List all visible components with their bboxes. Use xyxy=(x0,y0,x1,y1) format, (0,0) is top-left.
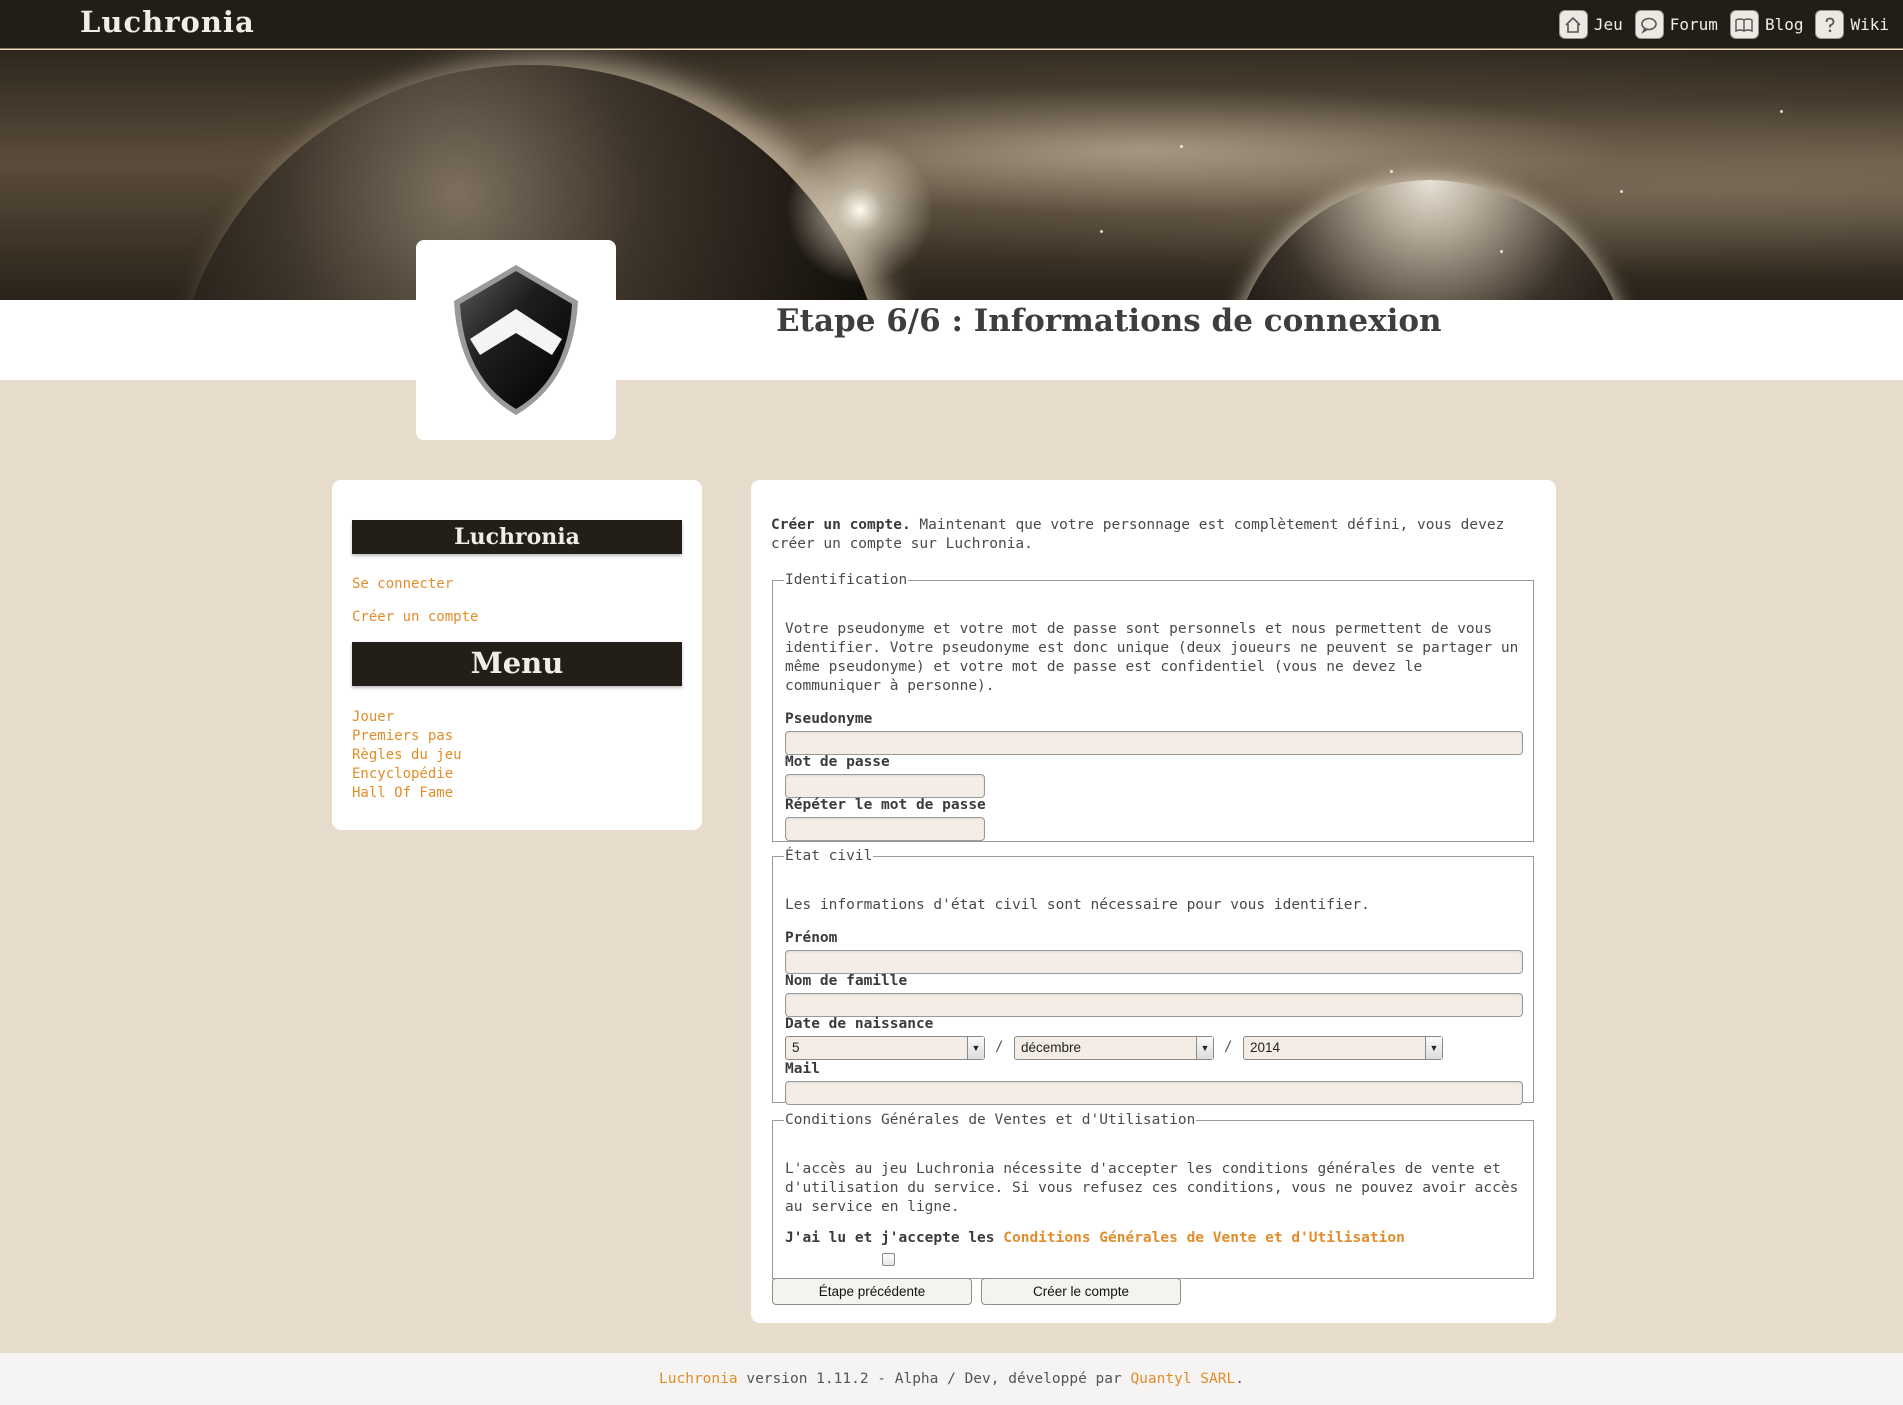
nav-wiki[interactable]: Wiki xyxy=(1815,10,1889,39)
intro-text: Créer un compte. Maintenant que votre pe… xyxy=(771,517,1505,552)
sidebar-link-hall-of-fame[interactable]: Hall Of Fame xyxy=(352,784,682,803)
pseudo-label: Pseudonyme xyxy=(785,711,873,727)
logo-card xyxy=(416,240,616,440)
sidebar: Luchronia Se connecter Créer un compte M… xyxy=(332,480,702,830)
star xyxy=(1780,110,1783,113)
birth-year-select[interactable]: 2014 ▼ xyxy=(1243,1036,1443,1060)
sidebar-link-premiers-pas[interactable]: Premiers pas xyxy=(352,727,682,746)
star xyxy=(1180,145,1183,148)
nav-blog-label: Blog xyxy=(1764,15,1804,34)
nav-forum-label: Forum xyxy=(1669,15,1718,34)
sidebar-title-menu: Menu xyxy=(352,642,682,686)
chat-bubble-icon xyxy=(1634,10,1664,39)
chevron-down-icon: ▼ xyxy=(1196,1037,1213,1059)
star xyxy=(1100,230,1103,233)
etat-civil-legend: État civil xyxy=(785,848,873,864)
star xyxy=(1390,170,1393,173)
nom-input[interactable] xyxy=(785,993,1523,1017)
signup-form-panel: Créer un compte. Maintenant que votre pe… xyxy=(751,480,1556,1323)
sidebar-link-regles[interactable]: Règles du jeu xyxy=(352,746,682,765)
shield-logo-icon xyxy=(454,265,578,415)
mail-input[interactable] xyxy=(785,1081,1523,1105)
nav-blog[interactable]: Blog xyxy=(1729,10,1804,39)
nav-wiki-label: Wiki xyxy=(1850,15,1889,34)
cgu-accept-checkbox[interactable] xyxy=(882,1253,895,1266)
identification-legend: Identification xyxy=(785,572,908,588)
question-icon xyxy=(1815,10,1845,39)
nav-jeu[interactable]: Jeu xyxy=(1558,10,1623,39)
nom-label: Nom de famille xyxy=(785,973,908,989)
sidebar-link-jouer[interactable]: Jouer xyxy=(352,708,682,727)
sidebar-link-login[interactable]: Se connecter xyxy=(352,576,682,592)
space-banner xyxy=(0,50,1903,300)
sidebar-link-create-account[interactable]: Créer un compte xyxy=(352,609,682,625)
page-title: Etape 6/6 : Informations de connexion xyxy=(776,303,1442,339)
cgu-link[interactable]: Conditions Générales de Vente et d'Utili… xyxy=(1003,1230,1405,1246)
create-account-button[interactable]: Créer le compte xyxy=(981,1278,1181,1305)
chevron-down-icon: ▼ xyxy=(967,1037,984,1059)
sidebar-link-encyclopedie[interactable]: Encyclopédie xyxy=(352,765,682,784)
identification-description: Votre pseudonyme et votre mot de passe s… xyxy=(785,621,1519,694)
footer: Luchronia version 1.11.2 - Alpha / Dev, … xyxy=(0,1353,1903,1405)
mail-label: Mail xyxy=(785,1061,820,1077)
nav-forum[interactable]: Forum xyxy=(1634,10,1718,39)
birthdate-label: Date de naissance xyxy=(785,1016,934,1032)
brand-logo-text[interactable]: Luchronia xyxy=(80,5,255,39)
birth-day-select[interactable]: 5 ▼ xyxy=(785,1036,985,1060)
etat-civil-description: Les informations d'état civil sont néces… xyxy=(785,897,1370,913)
birth-month-select[interactable]: décembre ▼ xyxy=(1014,1036,1214,1060)
footer-version-text: version 1.11.2 - Alpha / Dev, développé … xyxy=(737,1371,1131,1387)
prenom-input[interactable] xyxy=(785,950,1523,974)
star xyxy=(1620,190,1623,193)
cgu-fieldset: Conditions Générales de Ventes et d'Util… xyxy=(772,1112,1534,1279)
sun-flare xyxy=(780,130,940,290)
password-input[interactable] xyxy=(785,774,985,798)
etat-civil-fieldset: État civil Les informations d'état civil… xyxy=(772,848,1534,1105)
top-bar: Luchronia Jeu Forum Blog Wiki xyxy=(0,0,1903,49)
star xyxy=(1500,250,1503,253)
cgu-description: L'accès au jeu Luchronia nécessite d'acc… xyxy=(785,1161,1519,1215)
footer-app-link[interactable]: Luchronia xyxy=(659,1371,738,1387)
footer-company-link[interactable]: Quantyl SARL xyxy=(1130,1371,1235,1387)
previous-step-button[interactable]: Étape précédente xyxy=(772,1278,972,1305)
repeat-password-label: Répéter le mot de passe xyxy=(785,797,986,813)
prenom-label: Prénom xyxy=(785,930,838,946)
date-separator: / xyxy=(1224,1039,1233,1055)
top-nav: Jeu Forum Blog Wiki xyxy=(1558,10,1889,39)
book-icon xyxy=(1729,10,1759,39)
cgu-legend: Conditions Générales de Ventes et d'Util… xyxy=(785,1112,1196,1128)
password-label: Mot de passe xyxy=(785,754,890,770)
repeat-password-input[interactable] xyxy=(785,817,985,841)
planet-small xyxy=(1230,180,1630,300)
date-separator: / xyxy=(995,1039,1004,1055)
nav-jeu-label: Jeu xyxy=(1593,15,1623,34)
home-icon xyxy=(1558,10,1588,39)
sidebar-title-luchronia: Luchronia xyxy=(352,520,682,554)
identification-fieldset: Identification Votre pseudonyme et votre… xyxy=(772,572,1534,842)
chevron-down-icon: ▼ xyxy=(1425,1037,1442,1059)
cgu-accept-label: J'ai lu et j'accepte les Conditions Géné… xyxy=(785,1230,1405,1246)
pseudo-input[interactable] xyxy=(785,731,1523,755)
